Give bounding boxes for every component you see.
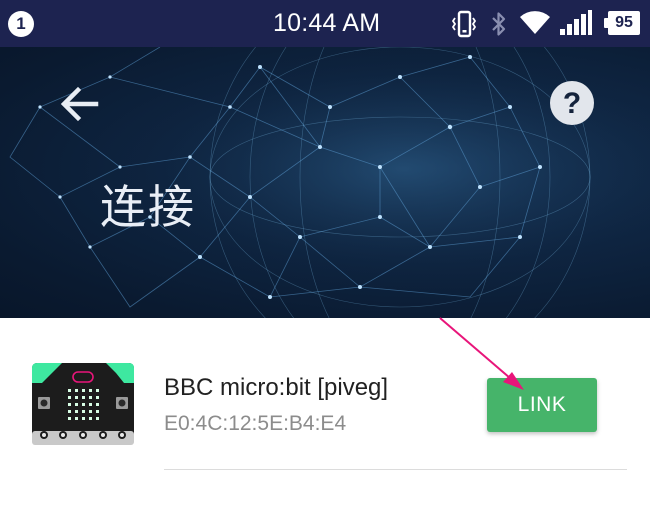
arrow-left-icon <box>60 86 99 122</box>
notification-count-badge: 1 <box>8 11 34 37</box>
microbit-board-icon <box>32 363 134 445</box>
list-divider <box>164 469 627 470</box>
wifi-icon <box>519 9 551 43</box>
back-button[interactable] <box>56 80 104 128</box>
link-button[interactable]: LINK <box>487 378 597 432</box>
help-button[interactable]: ? <box>548 79 596 127</box>
battery-icon: 95 <box>604 11 640 35</box>
hero-header: ? 连接 <box>0 47 650 318</box>
help-icon: ? <box>550 81 594 125</box>
vibrate-icon <box>451 9 477 43</box>
battery-level: 95 <box>608 11 640 35</box>
cell-signal-icon <box>558 9 594 43</box>
device-name: BBC micro:bit [piveg] <box>164 374 389 401</box>
device-list-item: BBC micro:bit [piveg] E0:4C:12:5E:B4:E4 … <box>0 318 650 518</box>
bluetooth-icon <box>489 9 509 43</box>
page-title: 连接 <box>100 180 196 234</box>
device-address: E0:4C:12:5E:B4:E4 <box>164 412 347 435</box>
status-time: 10:44 AM <box>273 9 381 37</box>
status-bar: 1 10:44 AM 95 <box>0 0 650 47</box>
svg-text:?: ? <box>563 87 581 120</box>
